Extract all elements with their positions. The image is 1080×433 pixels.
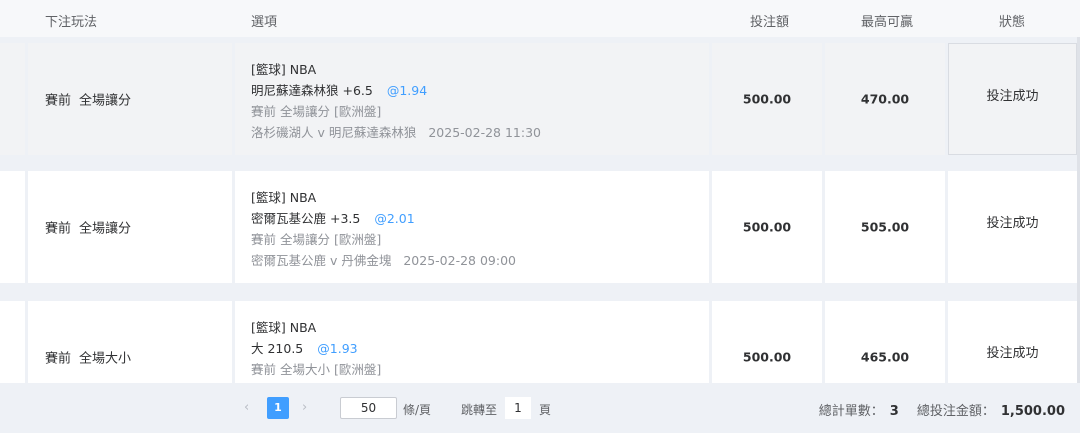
max-win-value: 465.00 xyxy=(860,349,910,365)
match-name: 洛杉磯湖人 v 明尼蘇達森林狼 xyxy=(251,125,417,140)
page-size-select[interactable]: 50 xyxy=(340,397,397,419)
total-label: 總投注金額： xyxy=(916,404,995,419)
page-size-unit: 條/頁 xyxy=(403,403,432,417)
stake-value: 500.00 xyxy=(742,349,792,365)
count-value: 3 xyxy=(889,404,899,419)
stake-cell: 500.00 xyxy=(712,301,822,383)
table-row[interactable]: 賽前 全場讓分 [籃球] NBA 明尼蘇達森林狼 +6.5 @1.94 賽前 全場讓… xyxy=(0,37,1080,161)
table-row[interactable]: 賽前 全場大小 [籃球] NBA 大 210.5 @1.93 賽前 全場大小 [歐洲… xyxy=(0,295,1080,383)
match-time: 2025-02-28 11:30 xyxy=(428,125,541,140)
status-cell: 投注成功 xyxy=(948,43,1077,155)
table-row[interactable]: 賽前 全場讓分 [籃球] NBA 密爾瓦基公鹿 +3.5 @2.01 賽前 全場讓分… xyxy=(0,165,1080,289)
play-phase: 賽前 xyxy=(45,221,72,237)
sport-league: [籃球] NBA xyxy=(251,320,317,335)
play-type-cell: 賽前 全場讓分 xyxy=(28,171,232,283)
page-button-current[interactable]: 1 xyxy=(267,397,289,419)
play-market: 全場讓分 xyxy=(79,221,132,237)
row-gutter xyxy=(0,301,25,383)
prev-page-icon[interactable]: ‹ xyxy=(244,400,249,415)
total-value: 1,500.00 xyxy=(1000,404,1065,419)
odds: @1.94 xyxy=(386,83,428,98)
match-name: 密爾瓦基公鹿 v 丹佛金塊 xyxy=(251,253,392,268)
bet-summary: 總計單數： 3 總投注金額： 1,500.00 xyxy=(819,400,1065,419)
stake-value: 500.00 xyxy=(742,219,792,235)
max-win-cell: 470.00 xyxy=(825,43,945,155)
stake-value: 500.00 xyxy=(742,91,792,107)
play-type-cell: 賽前 全場大小 xyxy=(28,301,232,383)
header-option: 選項 xyxy=(251,15,278,30)
status-text: 投注成功 xyxy=(986,346,1039,361)
max-win-cell: 465.00 xyxy=(825,301,945,383)
stake-cell: 500.00 xyxy=(712,43,822,155)
selection: 大 210.5 xyxy=(251,341,304,356)
header-status: 狀態 xyxy=(999,15,1026,30)
jump-label: 跳轉至 xyxy=(461,403,498,417)
option-cell: [籃球] NBA 密爾瓦基公鹿 +3.5 @2.01 賽前 全場讓分 [歐洲盤] … xyxy=(235,171,709,283)
header-play-type: 下注玩法 xyxy=(45,15,98,30)
pagination-bar: ‹ 1 › 50 條/頁 跳轉至 1 頁 總計單數： 3 總投注金額： 1,500.0… xyxy=(0,383,1080,433)
next-page-icon[interactable]: › xyxy=(302,400,307,415)
play-market: 全場大小 xyxy=(79,351,132,367)
option-cell: [籃球] NBA 明尼蘇達森林狼 +6.5 @1.94 賽前 全場讓分 [歐洲盤]… xyxy=(235,43,709,155)
header-max-win: 最高可贏 xyxy=(861,15,914,30)
max-win-value: 505.00 xyxy=(860,219,910,235)
header-stake: 投注額 xyxy=(750,15,790,30)
play-phase: 賽前 xyxy=(45,93,72,109)
market-line: 賽前 全場大小 [歐洲盤] xyxy=(251,362,382,377)
max-win-cell: 505.00 xyxy=(825,171,945,283)
bet-list: 賽前 全場讓分 [籃球] NBA 明尼蘇達森林狼 +6.5 @1.94 賽前 全場讓… xyxy=(0,37,1080,383)
option-cell: [籃球] NBA 大 210.5 @1.93 賽前 全場大小 [歐洲盤] xyxy=(235,301,709,383)
match-time: 2025-02-28 09:00 xyxy=(403,253,516,268)
sport-league: [籃球] NBA xyxy=(251,62,317,77)
count-label: 總計單數： xyxy=(818,404,884,419)
selection: 密爾瓦基公鹿 +3.5 xyxy=(251,211,361,226)
sport-league: [籃球] NBA xyxy=(251,190,317,205)
max-win-value: 470.00 xyxy=(860,91,910,107)
status-text: 投注成功 xyxy=(986,89,1039,104)
status-cell: 投注成功 xyxy=(948,171,1077,283)
market-line: 賽前 全場讓分 [歐洲盤] xyxy=(251,104,382,119)
odds: @1.93 xyxy=(317,341,358,356)
status-cell: 投注成功 xyxy=(948,301,1077,383)
odds: @2.01 xyxy=(374,211,415,226)
selection: 明尼蘇達森林狼 +6.5 xyxy=(251,83,373,98)
jump-unit: 頁 xyxy=(539,403,552,417)
play-type-cell: 賽前 全場讓分 xyxy=(28,43,232,155)
jump-page-input[interactable]: 1 xyxy=(505,397,531,419)
status-text: 投注成功 xyxy=(986,216,1039,231)
row-gutter xyxy=(0,171,25,283)
market-line: 賽前 全場讓分 [歐洲盤] xyxy=(251,232,382,247)
play-phase: 賽前 xyxy=(45,351,72,367)
stake-cell: 500.00 xyxy=(712,171,822,283)
play-market: 全場讓分 xyxy=(79,93,132,109)
table-header: 下注玩法 選項 投注額 最高可贏 狀態 xyxy=(0,0,1080,38)
row-gutter xyxy=(0,43,25,155)
